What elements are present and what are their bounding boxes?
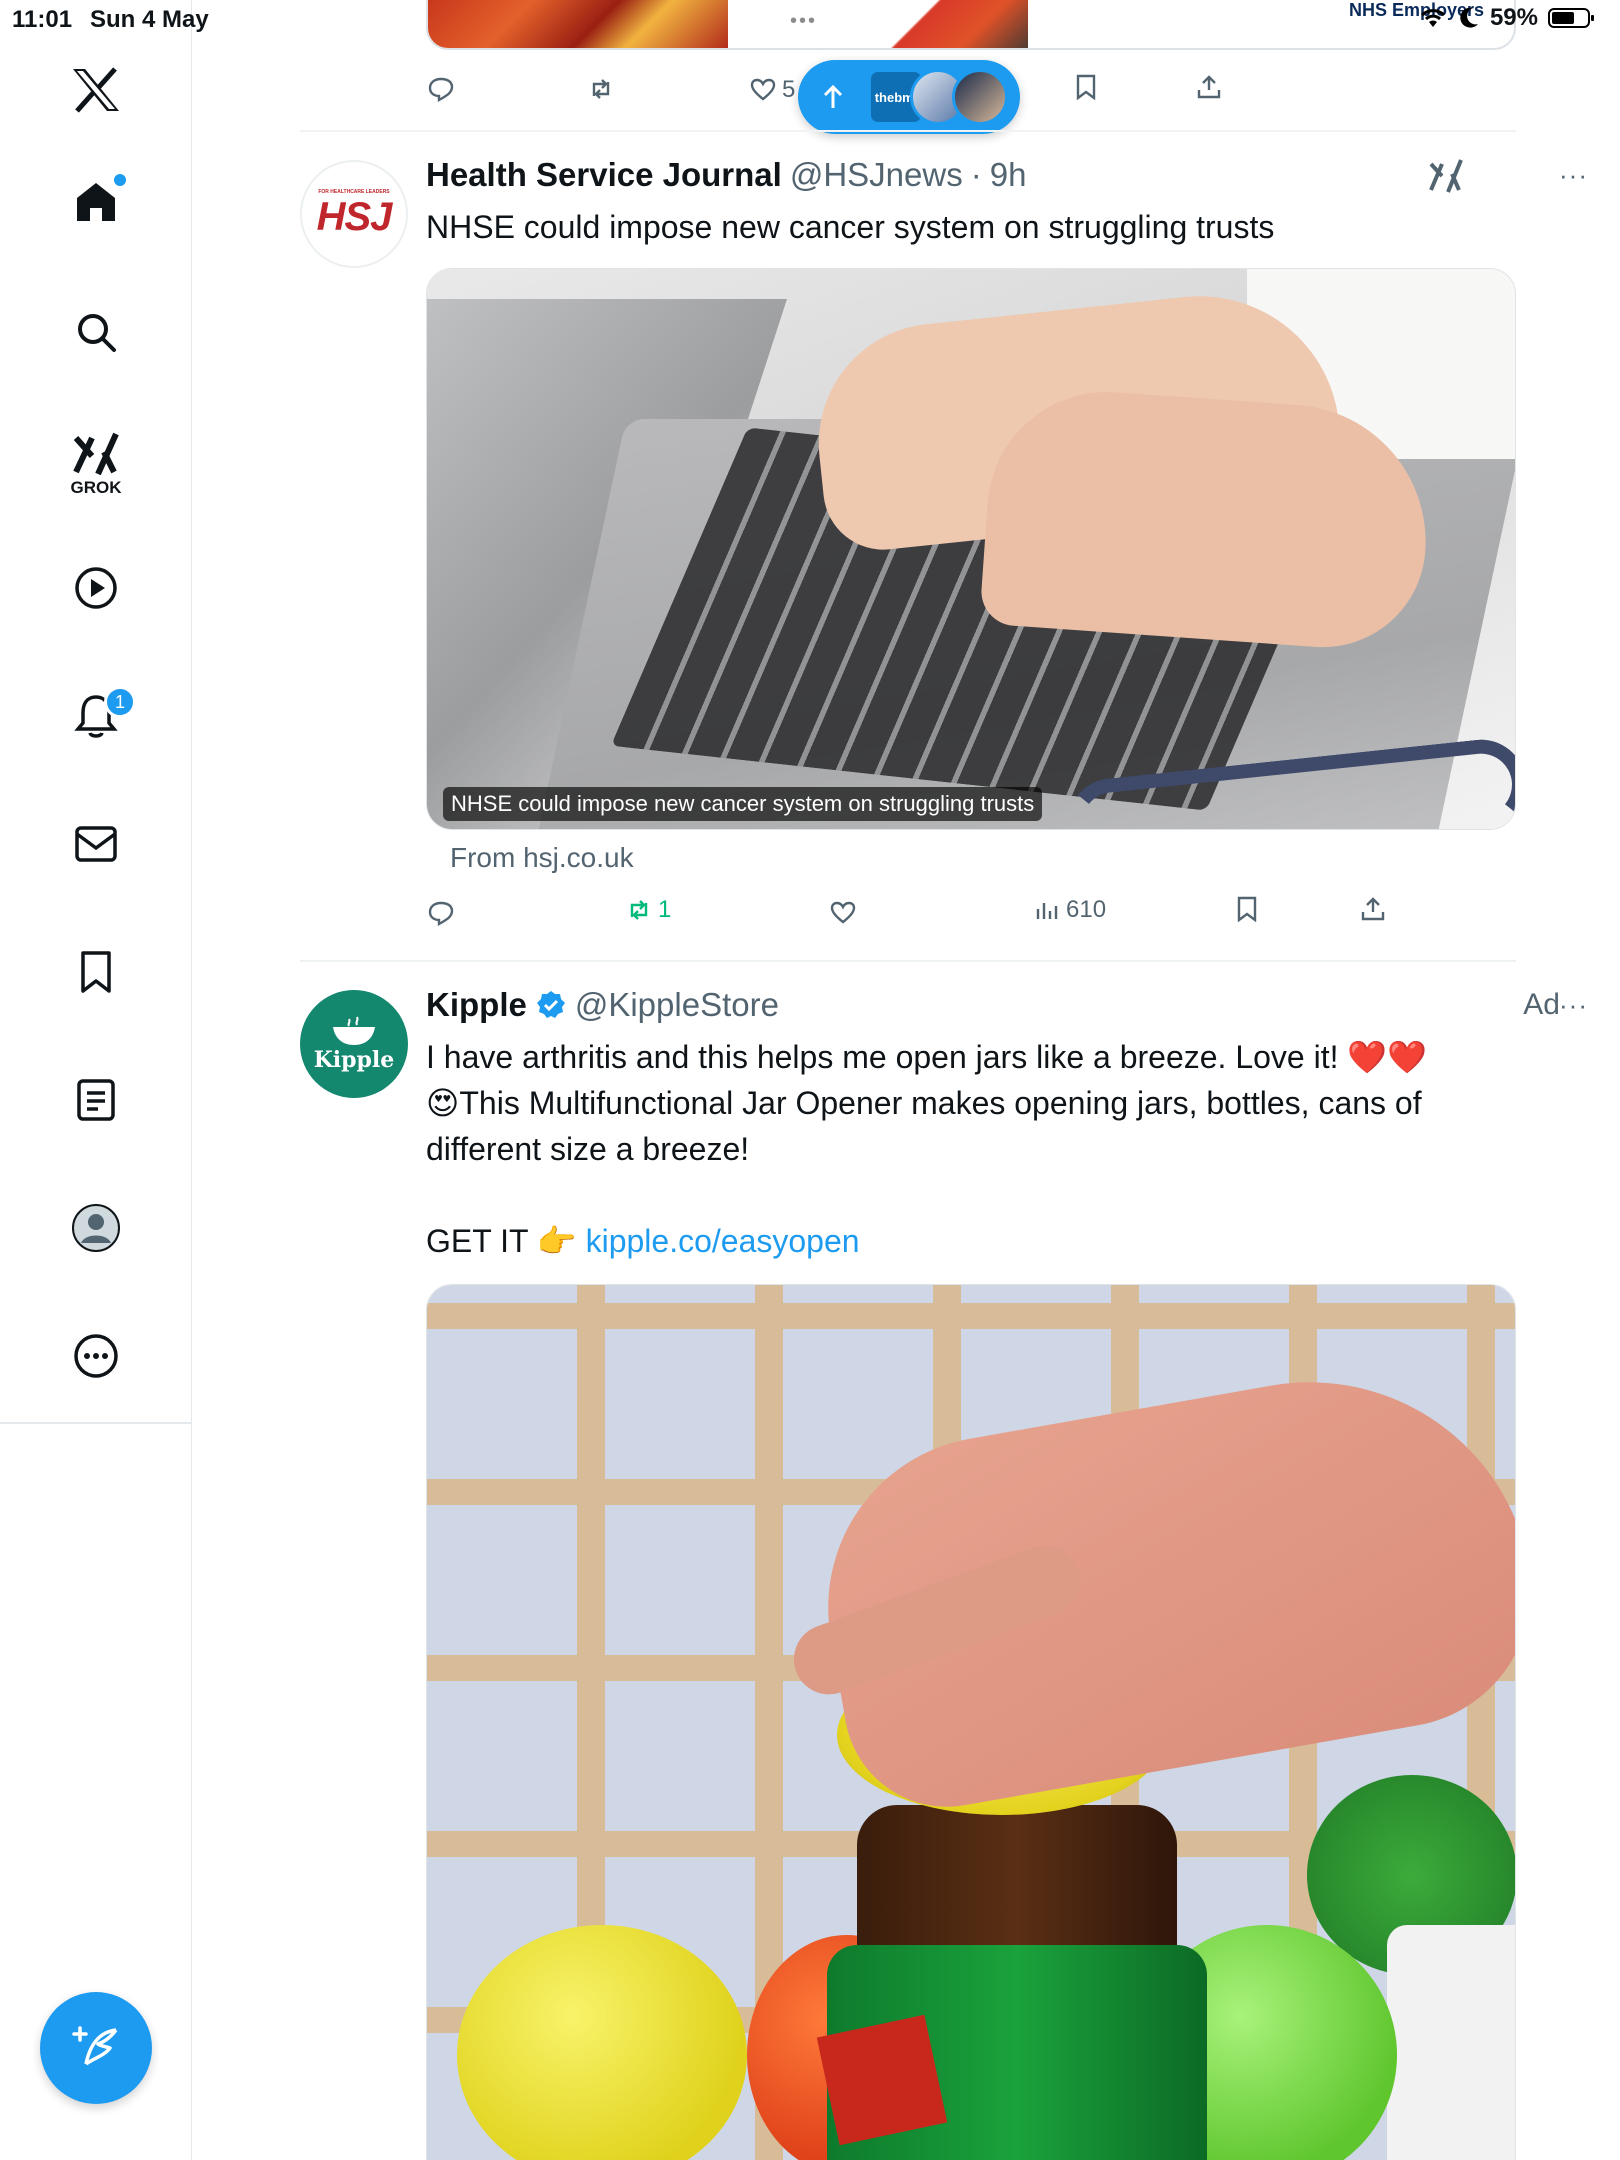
retweet-icon	[630, 900, 648, 920]
pill-avatar-3	[952, 69, 1008, 125]
hsj-reply-button[interactable]	[428, 900, 454, 926]
more-icon	[74, 1334, 118, 1378]
compose-icon	[72, 2026, 118, 2066]
sidebar-item-more[interactable]	[66, 1326, 126, 1386]
bookmark-icon	[1076, 74, 1096, 100]
prev-like-count: 5	[782, 76, 796, 103]
views-icon	[1036, 903, 1058, 919]
kipple-tweet-header: Kipple @KippleStore	[426, 986, 779, 1024]
reply-icon	[428, 901, 454, 926]
share-icon	[1197, 75, 1221, 99]
retweet-icon	[592, 79, 610, 99]
sidebar-item-search[interactable]	[66, 302, 126, 362]
kipple-tweet-text: I have arthritis and this helps me open …	[426, 1034, 1506, 1264]
compose-button[interactable]	[40, 1992, 152, 2104]
mail-icon	[75, 826, 117, 862]
arrow-up-icon	[823, 84, 843, 108]
battery-percent: 59%	[1489, 4, 1538, 31]
kipple-more-button[interactable]: ···	[1559, 990, 1588, 1021]
sidebar-item-profile[interactable]	[66, 1198, 126, 1258]
bookmark-icon	[81, 951, 111, 993]
verified-badge-icon	[536, 991, 565, 1018]
hsj-retweet-button[interactable]: 1	[626, 896, 671, 924]
kipple-cta-line: GET IT 👉 kipple.co/easyopen	[426, 1218, 1506, 1264]
grok-explain-button[interactable]	[1428, 158, 1464, 199]
hsj-tweet-header: Health Service Journal @HSJnews · 9h	[426, 156, 1026, 194]
prev-bookmark-button[interactable]	[1073, 74, 1099, 100]
kipple-avatar-text: Kipple	[313, 1047, 395, 1073]
home-unread-dot	[114, 174, 126, 186]
sidebar-divider	[0, 1422, 192, 1424]
hsj-display-name[interactable]: Health Service Journal	[426, 156, 782, 194]
hsj-more-button[interactable]: ···	[1559, 160, 1588, 191]
heart-icon	[750, 78, 776, 101]
tweet-divider	[300, 960, 1516, 962]
grok-icon	[1429, 159, 1463, 193]
hsj-views-button[interactable]: 610	[1034, 896, 1106, 924]
hsj-view-count: 610	[1066, 896, 1107, 923]
play-icon	[75, 567, 117, 609]
moon-icon	[1460, 7, 1478, 28]
sidebar-item-bookmarks[interactable]	[66, 942, 126, 1002]
hsj-retweet-count: 1	[658, 896, 672, 923]
share-icon	[1361, 897, 1385, 921]
hsj-avatar-text: HSJ	[316, 194, 393, 239]
kipple-cta: GET IT 👉	[426, 1223, 577, 1259]
kipple-display-name[interactable]: Kipple	[426, 986, 527, 1024]
hsj-handle[interactable]: @HSJnews	[790, 156, 963, 194]
kipple-avatar[interactable]: Kipple	[300, 990, 408, 1098]
sidebar-item-video[interactable]	[66, 558, 126, 618]
list-icon	[77, 1079, 115, 1121]
reply-icon	[428, 77, 454, 102]
sidebar-item-home[interactable]	[66, 172, 126, 232]
x-logo-icon[interactable]	[66, 60, 126, 120]
jar-red-shape	[816, 2014, 948, 2146]
card-caption: NHSE could impose new cancer system on s…	[443, 787, 1043, 821]
pot-shape	[1387, 1925, 1515, 2160]
ad-label: Ad	[1523, 988, 1560, 1021]
grok-label: GROK	[70, 478, 122, 497]
hsj-tweet-text: NHSE could impose new cancer system on s…	[426, 209, 1275, 245]
sidebar: GROK 1	[0, 0, 192, 2160]
prev-share-button[interactable]	[1196, 74, 1222, 100]
new-posts-pill[interactable]: thebmj	[798, 60, 1020, 134]
hsj-share-button[interactable]	[1360, 896, 1386, 922]
search-icon	[78, 314, 116, 352]
prev-like-button[interactable]: 5	[750, 76, 795, 104]
prev-retweet-button[interactable]	[588, 76, 614, 102]
tweet-divider	[300, 130, 1516, 132]
status-time: 11:01	[12, 6, 73, 33]
kipple-video[interactable]	[426, 1284, 1516, 2160]
wifi-icon	[1420, 9, 1445, 27]
kipple-text-line-1: I have arthritis and this helps me open …	[426, 1039, 1428, 1075]
sidebar-item-messages[interactable]	[66, 814, 126, 874]
sidebar-item-lists[interactable]	[66, 1070, 126, 1130]
hsj-avatar[interactable]: FOR HEALTHCARE LEADERS HSJ	[300, 160, 408, 268]
status-date: Sun 4 May	[90, 6, 209, 33]
wok-icon	[333, 1016, 375, 1045]
heart-icon	[830, 901, 856, 924]
card-source[interactable]: From hsj.co.uk	[450, 842, 634, 874]
kipple-text-line-2: 😍This Multifunctional Jar Opener makes o…	[426, 1085, 1422, 1167]
notification-badge: 1	[104, 686, 136, 718]
status-bar: 11:01 Sun 4 May ••• 59%	[0, 0, 1620, 40]
kipple-link[interactable]: kipple.co/easyopen	[586, 1223, 860, 1259]
hsj-like-button[interactable]	[830, 900, 856, 926]
hsj-link-card[interactable]: NHSE could impose new cancer system on s…	[426, 268, 1516, 830]
status-right: 59%	[1418, 4, 1596, 32]
hsj-bookmark-button[interactable]	[1234, 896, 1260, 922]
multitask-dots[interactable]: •••	[790, 10, 817, 33]
battery-icon	[1548, 8, 1594, 28]
profile-icon	[72, 1204, 120, 1252]
kipple-handle[interactable]: @KippleStore	[575, 986, 779, 1024]
bookmark-icon	[1237, 896, 1257, 922]
prev-reply-button[interactable]	[428, 76, 454, 102]
home-icon	[77, 183, 115, 221]
sidebar-item-grok[interactable]	[66, 424, 126, 484]
hsj-timestamp[interactable]: 9h	[990, 156, 1027, 194]
grok-icon	[73, 432, 119, 476]
separator-dot: ·	[970, 156, 982, 193]
